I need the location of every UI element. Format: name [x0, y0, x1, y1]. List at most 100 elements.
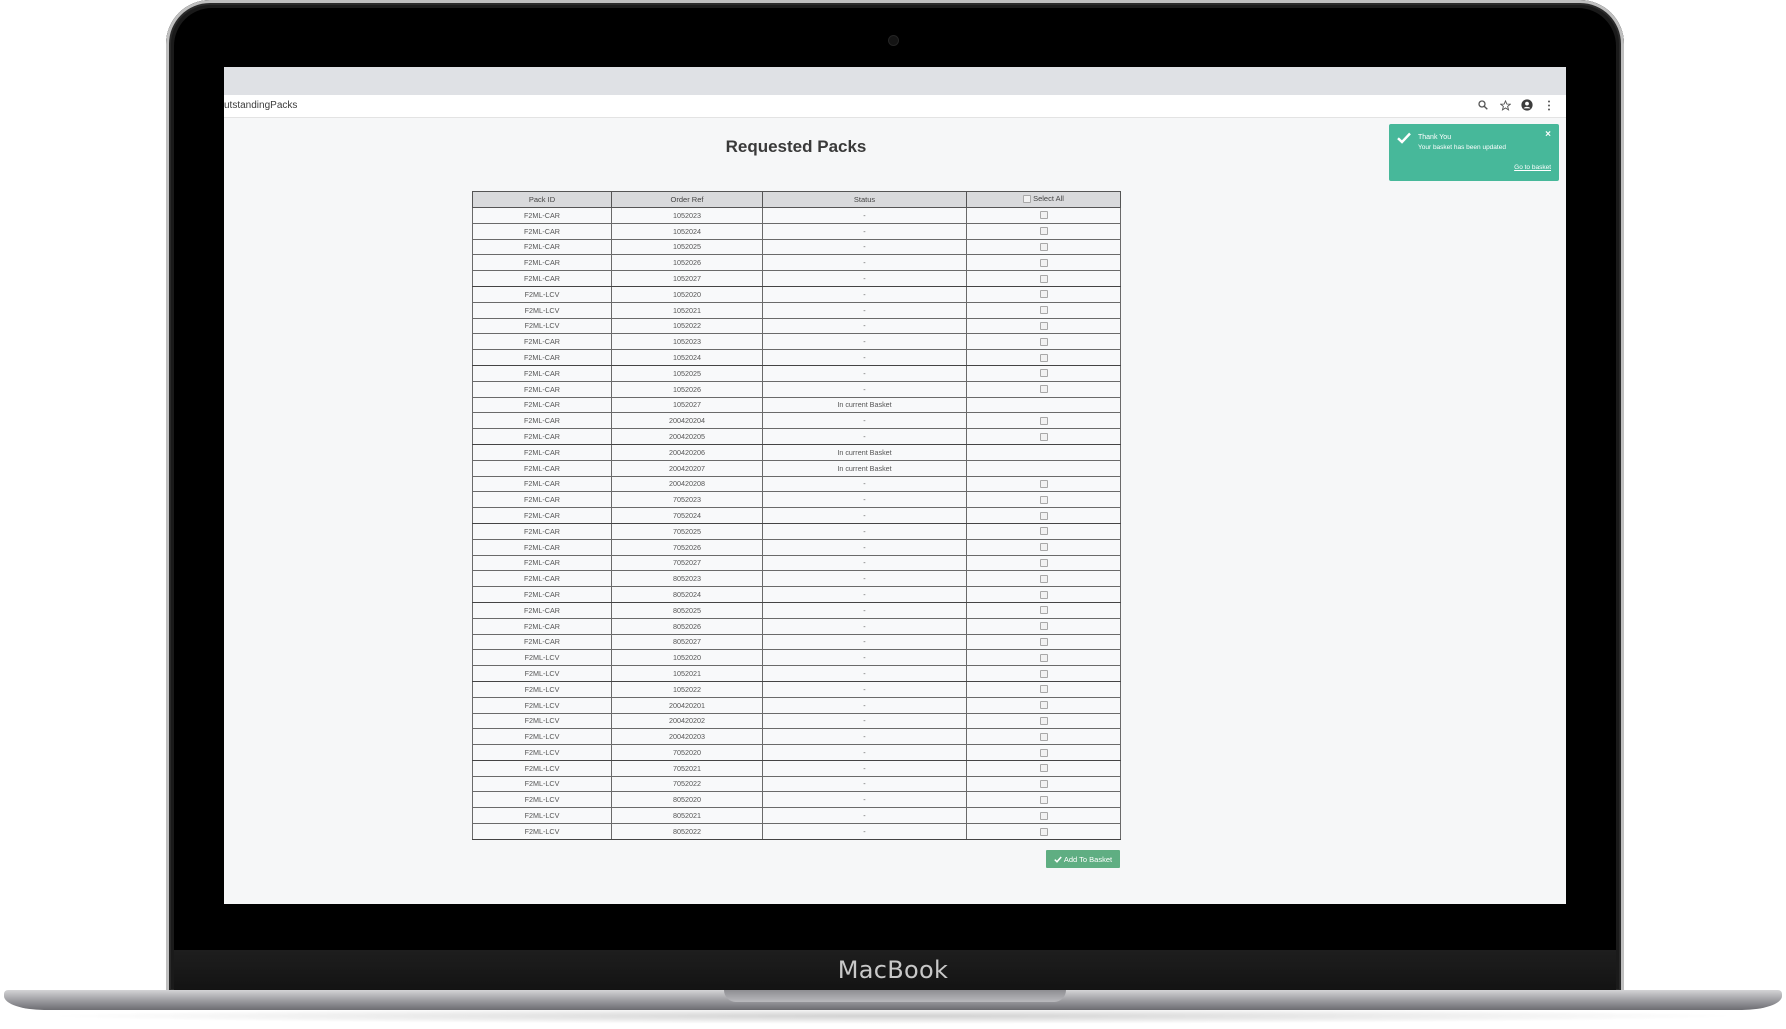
row-checkbox[interactable] — [1039, 716, 1048, 725]
table-row: F2ML-LCV 8052020- — [472, 791, 1121, 809]
select-cell — [966, 491, 1121, 509]
row-checkbox[interactable] — [1039, 290, 1048, 299]
pack-id-cell: F2ML-LCV — [472, 775, 612, 793]
pack-id-cell: F2ML-CAR — [472, 522, 612, 540]
status-cell: - — [762, 522, 967, 540]
row-checkbox[interactable] — [1039, 416, 1048, 425]
table-row: F2ML-CAR 1052024- — [472, 349, 1121, 366]
table-row: F2ML-CAR 1052025- — [472, 238, 1121, 256]
order-ref-cell: 1052023 — [611, 333, 763, 351]
select-cell — [966, 586, 1121, 603]
pack-id-cell: F2ML-CAR — [472, 270, 612, 287]
close-icon[interactable]: × — [1545, 130, 1551, 140]
status-cell: - — [762, 380, 967, 398]
row-checkbox[interactable] — [1039, 685, 1048, 694]
row-checkbox[interactable] — [1039, 606, 1048, 615]
account-icon[interactable] — [1520, 98, 1534, 112]
add-to-basket-button[interactable]: Add To Basket — [1046, 850, 1120, 868]
row-checkbox[interactable] — [1039, 701, 1048, 710]
pack-id-header: Pack ID — [472, 191, 612, 208]
search-icon[interactable] — [1476, 98, 1490, 112]
table-row: F2ML-CAR 1052026- — [472, 254, 1121, 272]
row-checkbox[interactable] — [1039, 764, 1048, 773]
pack-id-cell: F2ML-LCV — [472, 823, 612, 840]
row-checkbox[interactable] — [1039, 243, 1048, 252]
row-checkbox[interactable] — [1039, 353, 1048, 362]
row-checkbox[interactable] — [1039, 780, 1048, 789]
order-ref-cell: 1052024 — [611, 222, 763, 240]
row-checkbox[interactable] — [1039, 669, 1048, 678]
table-row: F2ML-LCV 7052021- — [472, 759, 1121, 777]
row-checkbox[interactable] — [1039, 322, 1048, 331]
row-checkbox[interactable] — [1039, 432, 1048, 441]
table-row: F2ML-CAR 8052026- — [472, 617, 1121, 635]
order-ref-cell: 8052021 — [611, 807, 763, 825]
row-checkbox[interactable] — [1039, 274, 1048, 283]
status-cell: - — [762, 696, 967, 714]
order-ref-cell: 1052021 — [611, 665, 763, 682]
status-cell: - — [762, 238, 967, 256]
row-checkbox[interactable] — [1039, 653, 1048, 662]
select-cell — [966, 522, 1121, 540]
row-checkbox[interactable] — [1039, 543, 1048, 552]
order-ref-header: Order Ref — [611, 191, 763, 208]
row-checkbox[interactable] — [1039, 527, 1048, 536]
table-row: F2ML-LCV 1052022- — [472, 317, 1121, 335]
select-cell — [966, 775, 1121, 793]
select-cell — [966, 475, 1121, 493]
row-checkbox[interactable] — [1039, 479, 1048, 488]
row-checkbox[interactable] — [1039, 637, 1048, 646]
table-row: F2ML-CAR 7052025- — [472, 522, 1121, 540]
pack-id-cell: F2ML-CAR — [472, 633, 612, 651]
table-row: F2ML-CAR 8052027- — [472, 633, 1121, 651]
order-ref-cell: 7052026 — [611, 538, 763, 556]
row-checkbox[interactable] — [1039, 385, 1048, 394]
add-to-basket-label: Add To Basket — [1063, 854, 1113, 864]
row-checkbox[interactable] — [1039, 795, 1048, 804]
status-cell: - — [762, 428, 967, 445]
pack-id-cell: F2ML-CAR — [472, 396, 612, 414]
select-cell — [966, 807, 1121, 825]
go-to-basket-link[interactable]: Go to basket — [1514, 164, 1551, 171]
row-checkbox[interactable] — [1039, 369, 1048, 378]
row-checkbox[interactable] — [1039, 337, 1048, 346]
row-checkbox[interactable] — [1039, 827, 1048, 836]
row-checkbox[interactable] — [1039, 511, 1048, 520]
select-cell — [966, 443, 1121, 461]
row-checkbox[interactable] — [1039, 258, 1048, 267]
address-url[interactable]: utstandingPacks — [224, 100, 297, 111]
row-checkbox[interactable] — [1039, 227, 1048, 236]
select-cell — [966, 238, 1121, 256]
row-checkbox[interactable] — [1039, 732, 1048, 741]
status-cell: - — [762, 475, 967, 493]
row-checkbox[interactable] — [1039, 622, 1048, 631]
browser-screen: utstandingPacks Requested Packs Pack ID … — [224, 67, 1566, 904]
row-checkbox[interactable] — [1039, 306, 1048, 315]
row-checkbox[interactable] — [1039, 574, 1048, 583]
status-cell: - — [762, 364, 967, 382]
row-checkbox[interactable] — [1039, 211, 1048, 220]
order-ref-cell: 200420202 — [611, 712, 763, 730]
row-checkbox[interactable] — [1039, 811, 1048, 820]
order-ref-cell: 200420205 — [611, 428, 763, 445]
row-checkbox[interactable] — [1039, 558, 1048, 567]
status-cell: In current Basket — [762, 459, 967, 477]
table-row: F2ML-CAR 8052023- — [472, 570, 1121, 588]
order-ref-cell: 200420203 — [611, 728, 763, 746]
select-all-label[interactable]: Select All — [1033, 194, 1064, 203]
row-checkbox[interactable] — [1039, 495, 1048, 504]
select-cell — [966, 554, 1121, 572]
select-all-control[interactable]: Select All — [1023, 194, 1064, 203]
star-icon[interactable] — [1498, 98, 1512, 112]
browser-address-bar[interactable]: utstandingPacks — [224, 95, 1566, 118]
status-cell: - — [762, 554, 967, 572]
row-checkbox[interactable] — [1039, 590, 1048, 599]
select-all-checkbox[interactable] — [1023, 194, 1032, 203]
select-cell — [966, 823, 1121, 840]
more-vert-icon[interactable] — [1542, 98, 1556, 112]
pack-id-cell: F2ML-CAR — [472, 586, 612, 603]
row-checkbox[interactable] — [1039, 748, 1048, 757]
pack-id-cell: F2ML-LCV — [472, 680, 612, 698]
order-ref-cell: 200420206 — [611, 443, 763, 461]
laptop-hinge-notch — [724, 990, 1066, 1002]
